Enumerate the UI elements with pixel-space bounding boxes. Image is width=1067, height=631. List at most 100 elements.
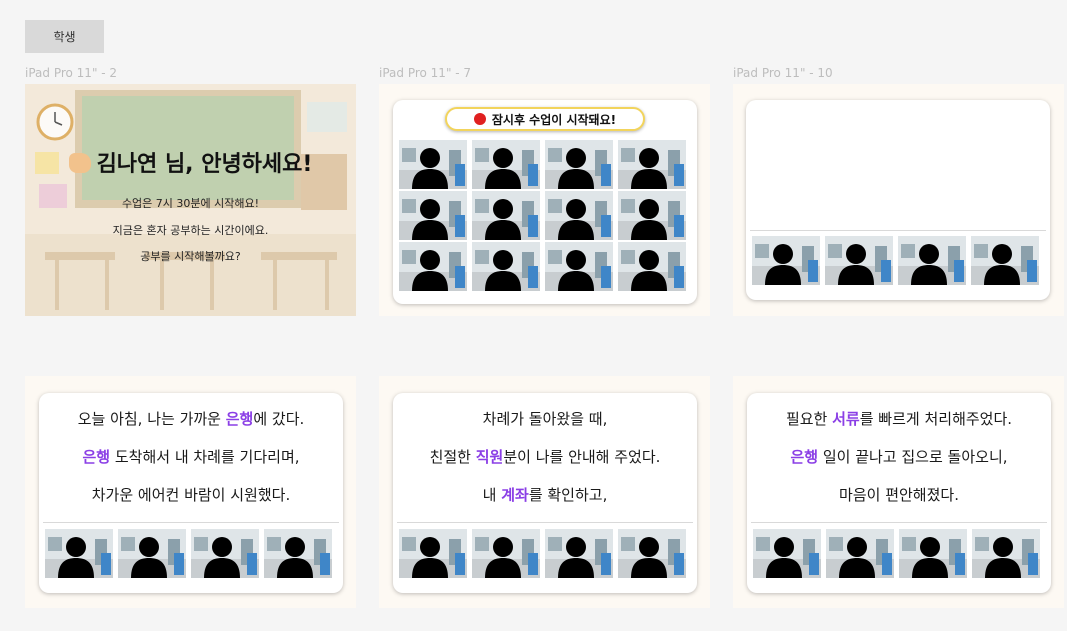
story-line: 은행 도착해서 내 차례를 기다리며,	[39, 439, 343, 475]
participant-tile[interactable]	[399, 191, 467, 240]
participant-tile[interactable]	[898, 236, 966, 285]
frame-label-ipad-10[interactable]: iPad Pro 11" - 10	[733, 66, 833, 80]
person-silhouette-icon	[399, 242, 467, 291]
person-silhouette-icon	[545, 529, 613, 578]
participant-tile[interactable]	[472, 529, 540, 578]
story-line: 마음이 편안해졌다.	[747, 477, 1051, 513]
story-line: 친절한 직원분이 나를 안내해 주었다.	[393, 439, 697, 475]
participant-tile[interactable]	[399, 242, 467, 291]
highlighted-word: 직원	[475, 448, 504, 466]
participant-tile[interactable]	[899, 529, 967, 578]
story-text: 필요한	[785, 410, 833, 428]
person-silhouette-icon	[472, 191, 540, 240]
student-section-tag[interactable]: 학생	[25, 20, 104, 53]
participant-grid-card: 잠시후 수업이 시작돼요!	[393, 100, 697, 304]
highlighted-word: 은행	[225, 410, 254, 428]
person-silhouette-icon	[826, 529, 894, 578]
person-silhouette-icon	[545, 242, 613, 291]
person-silhouette-icon	[618, 191, 686, 240]
story-text: 차례가 돌아왔을 때,	[482, 410, 608, 428]
story-frame-2[interactable]: 차례가 돌아왔을 때, 친절한 직원분이 나를 안내해 주었다. 내 계좌를 확인하…	[379, 376, 710, 608]
person-silhouette-icon	[399, 140, 467, 189]
participant-tile[interactable]	[118, 529, 186, 578]
participant-tile[interactable]	[753, 529, 821, 578]
highlighted-word: 서류	[832, 410, 860, 428]
story-card: 오늘 아침, 나는 가까운 은행에 갔다. 은행 도착해서 내 차례를 기다리며,…	[39, 393, 343, 593]
greeting-line-3: 공부를 시작해볼까요?	[140, 250, 241, 263]
participant-tile[interactable]	[45, 529, 113, 578]
person-silhouette-icon	[618, 140, 686, 189]
participant-tile[interactable]	[399, 529, 467, 578]
story-text: 차가운 에어컨 바람이 시원했다.	[91, 486, 291, 504]
design-canvas: 학생 iPad Pro 11" - 2 iPad Pro 11" - 7 iPa…	[0, 0, 1067, 631]
participant-tile[interactable]	[399, 140, 467, 189]
person-silhouette-icon	[472, 529, 540, 578]
person-silhouette-icon	[472, 140, 540, 189]
highlighted-word: 은행	[82, 448, 111, 466]
greeting-line-1: 수업은 7시 30분에 시작해요!	[121, 197, 260, 210]
empty-board-frame[interactable]	[733, 84, 1064, 316]
person-silhouette-icon	[899, 529, 967, 578]
story-text: 에 갔다.	[253, 410, 305, 428]
class-starting-notice: 잠시후 수업이 시작돼요!	[445, 107, 645, 131]
participant-tile[interactable]	[545, 529, 613, 578]
story-frame-1[interactable]: 오늘 아침, 나는 가까운 은행에 갔다. 은행 도착해서 내 차례를 기다리며,…	[25, 376, 356, 608]
participant-tile[interactable]	[971, 236, 1039, 285]
story-text: 일이 끝나고 집으로 돌아오니,	[818, 448, 1008, 466]
participant-tile[interactable]	[264, 529, 332, 578]
story-text: 내	[482, 486, 502, 504]
waiting-frame[interactable]: 잠시후 수업이 시작돼요!	[379, 84, 710, 316]
person-silhouette-icon	[545, 140, 613, 189]
participant-tile[interactable]	[826, 529, 894, 578]
greeting-frame[interactable]: 김나연 님, 안녕하세요! 수업은 7시 30분에 시작해요! 지금은 혼자 공…	[25, 84, 356, 316]
participant-tile[interactable]	[825, 236, 893, 285]
story-line: 차례가 돌아왔을 때,	[393, 401, 697, 437]
participant-tile[interactable]	[545, 242, 613, 291]
frame-label-ipad-7[interactable]: iPad Pro 11" - 7	[379, 66, 471, 80]
story-text: 를 빠르게 처리해주었다.	[859, 410, 1013, 428]
participant-tile[interactable]	[752, 236, 820, 285]
person-silhouette-icon	[898, 236, 966, 285]
person-silhouette-icon	[191, 529, 259, 578]
story-text: 친절한	[429, 448, 476, 466]
story-line: 은행 일이 끝나고 집으로 돌아오니,	[747, 439, 1051, 475]
divider	[43, 522, 339, 523]
participant-tile[interactable]	[545, 191, 613, 240]
story-text: 도착해서 내 차례를 기다리며,	[110, 448, 300, 466]
participant-tile[interactable]	[472, 140, 540, 189]
person-silhouette-icon	[118, 529, 186, 578]
frame-label-ipad-2[interactable]: iPad Pro 11" - 2	[25, 66, 117, 80]
highlighted-word: 은행	[790, 448, 819, 466]
participant-tile[interactable]	[618, 242, 686, 291]
divider	[750, 230, 1046, 231]
person-silhouette-icon	[825, 236, 893, 285]
participant-tile[interactable]	[972, 529, 1040, 578]
divider	[397, 522, 693, 523]
participant-tile[interactable]	[472, 191, 540, 240]
participant-tile[interactable]	[191, 529, 259, 578]
participant-tile[interactable]	[618, 140, 686, 189]
highlighted-word: 계좌	[501, 486, 529, 504]
person-silhouette-icon	[618, 242, 686, 291]
story-text: 분이 나를 안내해 주었다.	[503, 448, 661, 466]
person-silhouette-icon	[545, 191, 613, 240]
story-text: 오늘 아침, 나는 가까운	[77, 410, 226, 428]
participant-tile[interactable]	[472, 242, 540, 291]
story-text: 를 확인하고,	[528, 486, 608, 504]
story-line: 오늘 아침, 나는 가까운 은행에 갔다.	[39, 401, 343, 437]
participant-tile[interactable]	[618, 529, 686, 578]
person-silhouette-icon	[972, 529, 1040, 578]
story-text: 마음이 편안해졌다.	[839, 486, 959, 504]
story-frame-3[interactable]: 필요한 서류를 빠르게 처리해주었다. 은행 일이 끝나고 집으로 돌아오니, 마음…	[733, 376, 1064, 608]
person-silhouette-icon	[753, 529, 821, 578]
participant-tile[interactable]	[618, 191, 686, 240]
story-card: 필요한 서류를 빠르게 처리해주었다. 은행 일이 끝나고 집으로 돌아오니, 마음…	[747, 393, 1051, 593]
person-silhouette-icon	[399, 191, 467, 240]
greeting-title: 김나연 님, 안녕하세요!	[25, 146, 356, 178]
person-silhouette-icon	[752, 236, 820, 285]
recording-dot-icon	[473, 113, 486, 125]
story-line: 필요한 서류를 빠르게 처리해주었다.	[747, 401, 1051, 437]
person-silhouette-icon	[264, 529, 332, 578]
participant-tile[interactable]	[545, 140, 613, 189]
divider	[751, 522, 1047, 523]
